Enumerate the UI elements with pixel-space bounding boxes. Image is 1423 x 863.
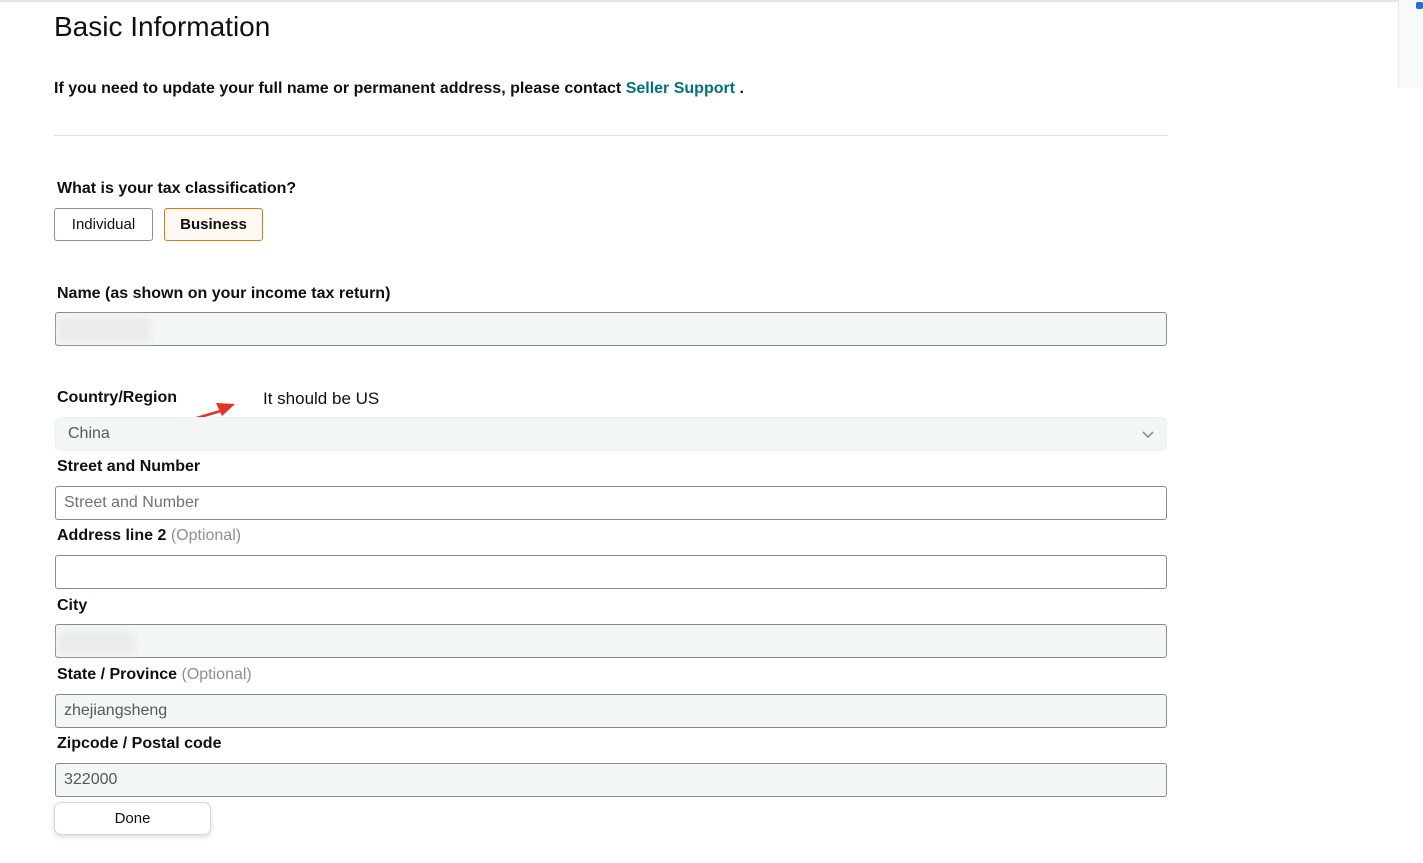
street-field[interactable] xyxy=(55,486,1167,520)
top-border xyxy=(0,0,1400,2)
address2-label-text: Address line 2 xyxy=(57,527,167,544)
tax-classification-label: What is your tax classification? xyxy=(57,180,297,197)
city-field[interactable] xyxy=(55,624,1167,658)
update-notice: If you need to update your full name or … xyxy=(54,80,744,98)
page-title: Basic Information xyxy=(54,11,271,42)
name-field[interactable] xyxy=(55,312,1167,346)
business-option-button[interactable]: Business xyxy=(164,208,263,241)
chevron-down-icon xyxy=(1142,431,1154,439)
address2-label: Address line 2 (Optional) xyxy=(57,527,241,545)
redacted-city xyxy=(58,632,134,654)
state-label-text: State / Province xyxy=(57,666,178,683)
state-field[interactable] xyxy=(55,694,1167,728)
side-panel-tab-icon[interactable] xyxy=(1416,2,1423,9)
street-label: Street and Number xyxy=(57,458,201,475)
notice-text: If you need to update your full name or … xyxy=(54,80,622,97)
address2-field[interactable] xyxy=(55,555,1167,589)
seller-support-link[interactable]: Seller Support xyxy=(626,80,735,97)
notice-suffix: . xyxy=(735,80,744,97)
country-select[interactable]: China xyxy=(55,417,1167,451)
section-divider xyxy=(54,135,1168,136)
done-button[interactable]: Done xyxy=(54,802,211,835)
state-label: State / Province (Optional) xyxy=(57,666,252,684)
city-label: City xyxy=(57,597,88,614)
name-label: Name (as shown on your income tax return… xyxy=(57,285,391,302)
state-optional-hint: (Optional) xyxy=(181,666,252,683)
zip-field[interactable] xyxy=(55,763,1167,797)
side-panel-edge xyxy=(1398,0,1423,88)
individual-option-button[interactable]: Individual xyxy=(54,208,153,241)
address2-optional-hint: (Optional) xyxy=(170,527,242,544)
country-selected-value: China xyxy=(68,425,110,442)
zip-label: Zipcode / Postal code xyxy=(57,735,222,752)
annotation-note: It should be US xyxy=(263,389,380,408)
redacted-name xyxy=(58,318,150,342)
